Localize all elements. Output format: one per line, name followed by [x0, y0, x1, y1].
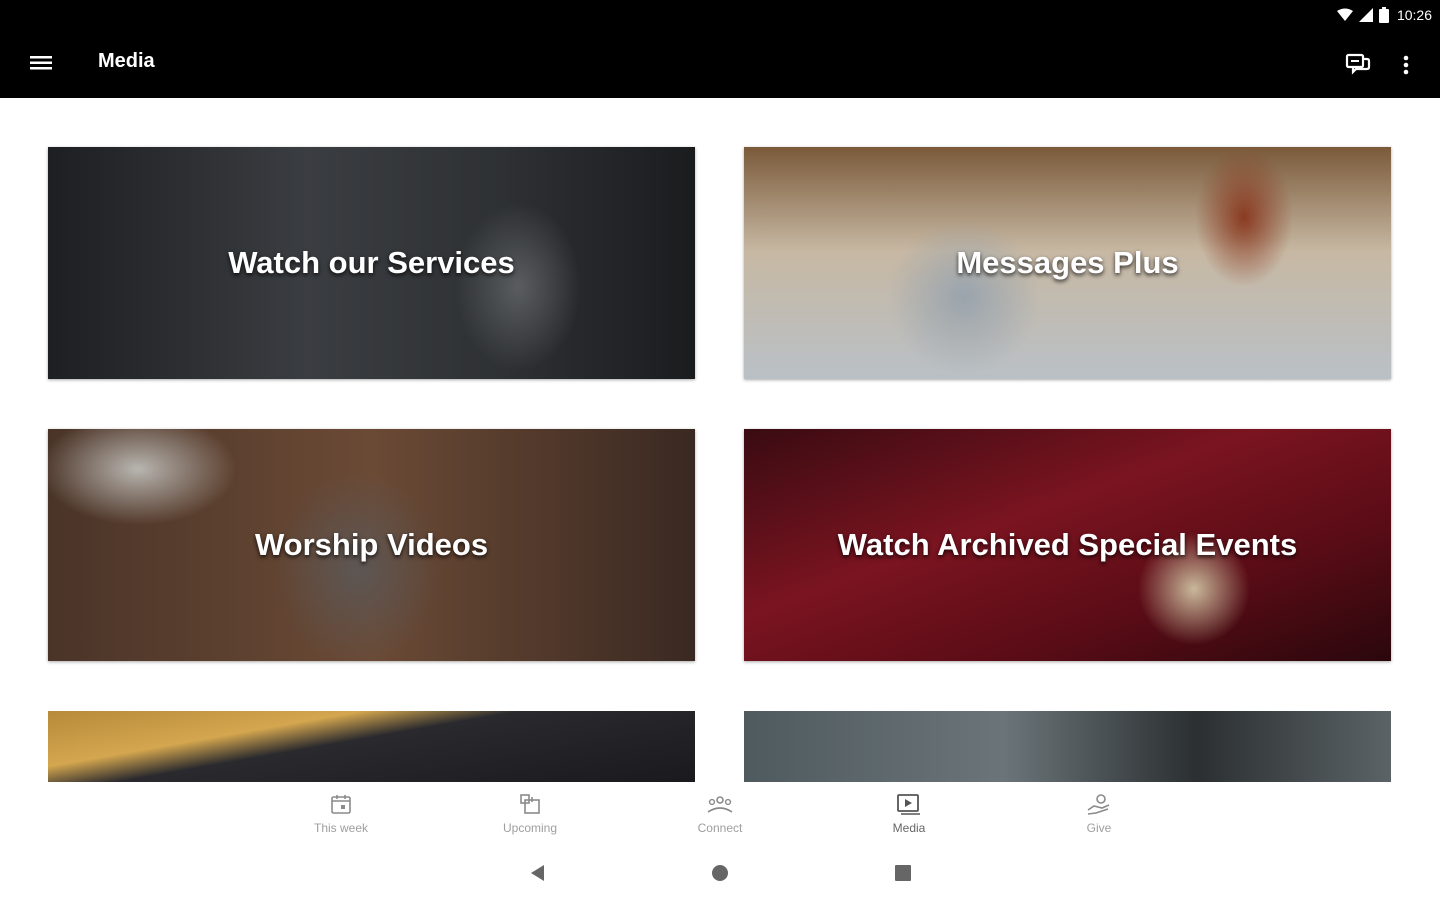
tile-messages-plus[interactable]: Messages Plus [744, 147, 1391, 379]
nav-label: Connect [697, 821, 743, 835]
hamburger-menu-icon[interactable] [24, 48, 58, 78]
upcoming-icon [520, 794, 540, 814]
nav-connect[interactable]: Connect [675, 792, 765, 840]
nav-label: Give [1086, 821, 1112, 835]
tile-archived-special-events[interactable]: Watch Archived Special Events [744, 429, 1391, 661]
tile-partial-5[interactable] [48, 711, 695, 782]
chat-bubbles-icon[interactable] [1344, 50, 1374, 80]
recents-icon[interactable] [892, 862, 914, 884]
calendar-icon [331, 795, 351, 814]
nav-give[interactable]: Give [1054, 792, 1144, 840]
tile-label: Watch our Services [228, 245, 515, 280]
tile-label: Watch Archived Special Events [837, 527, 1298, 562]
home-icon[interactable] [709, 862, 731, 884]
app-bar: Media [0, 26, 1440, 98]
nav-upcoming[interactable]: Upcoming [485, 792, 575, 840]
nav-media[interactable]: Media [864, 792, 954, 840]
battery-icon [1378, 7, 1389, 23]
tile-label: Messages Plus [956, 245, 1179, 280]
more-vertical-icon[interactable] [1394, 50, 1418, 80]
wifi-icon [1336, 8, 1353, 21]
status-bar: 10:26 [1336, 4, 1432, 26]
status-time: 10:26 [1396, 7, 1432, 23]
nav-label: Upcoming [502, 821, 558, 835]
media-icon [897, 794, 920, 815]
back-icon[interactable] [527, 862, 549, 884]
tile-worship-videos[interactable]: Worship Videos [48, 429, 695, 661]
people-icon [707, 796, 733, 813]
nav-label: This week [313, 821, 369, 835]
nav-this-week[interactable]: This week [296, 792, 386, 840]
bottom-navigation: This week Upcoming Connect Media Give [0, 782, 1440, 840]
tile-watch-services[interactable]: Watch our Services [48, 147, 695, 379]
page-title: Media [98, 50, 155, 72]
signal-icon [1358, 8, 1373, 22]
system-navigation [0, 845, 1440, 900]
top-bar: 10:26 Media [0, 0, 1440, 98]
tile-partial-6[interactable] [744, 711, 1391, 782]
tile-label: Worship Videos [254, 527, 489, 562]
nav-label: Media [892, 821, 926, 835]
give-icon [1087, 794, 1110, 815]
